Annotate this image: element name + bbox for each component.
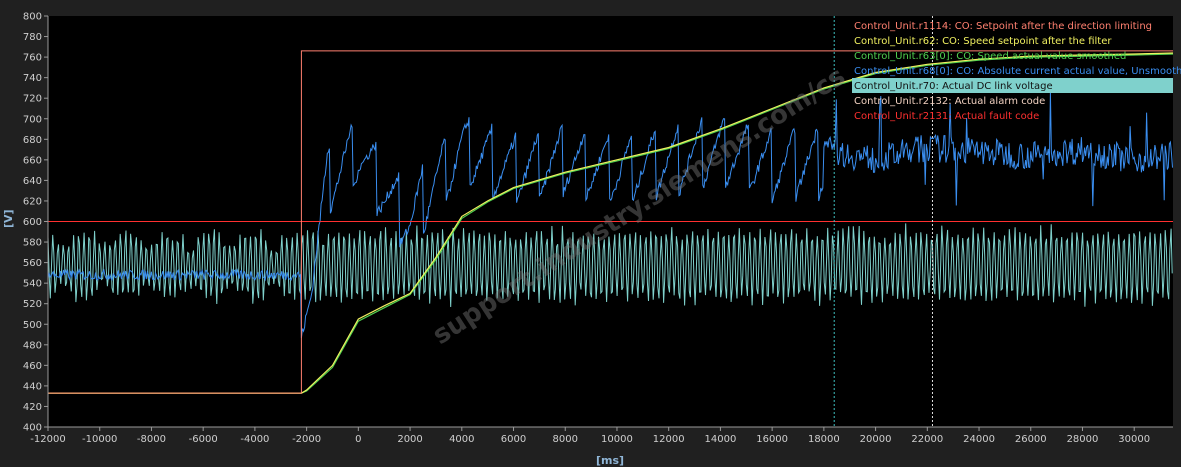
y-tick-label: 400 xyxy=(23,423,42,434)
legend-entry[interactable]: Control_Unit.r1114: CO: Setpoint after t… xyxy=(854,21,1152,32)
y-axis-label: [V] xyxy=(2,209,15,228)
legend-entry[interactable]: Control_Unit.r63[0]: CO: Speed actual va… xyxy=(854,51,1126,62)
legend-entry[interactable]: Control_Unit.r2132: Actual alarm code xyxy=(854,96,1045,107)
x-tick-label: 28000 xyxy=(1067,434,1099,445)
legend-entry[interactable]: Control_Unit.r62: CO: Speed setpoint aft… xyxy=(854,36,1112,47)
x-tick-label: -10000 xyxy=(82,434,117,445)
y-tick-label: 580 xyxy=(23,238,42,249)
x-tick-label: 14000 xyxy=(705,434,737,445)
x-tick-label: 16000 xyxy=(756,434,788,445)
x-tick-label: 2000 xyxy=(397,434,422,445)
x-tick-label: -4000 xyxy=(240,434,269,445)
trace-chart-svg: -12000 -10000 -8000 -6000 -4000 -2000 0 2000 400… xyxy=(2,12,1181,467)
x-tick-label: 20000 xyxy=(860,434,892,445)
x-tick-label: 26000 xyxy=(1015,434,1047,445)
x-tick-label: 30000 xyxy=(1118,434,1150,445)
x-tick-label: 18000 xyxy=(808,434,840,445)
y-tick-label: 440 xyxy=(23,381,42,392)
legend-entry[interactable]: Control_Unit.r2131: Actual fault code xyxy=(854,111,1039,122)
x-tick-label: -2000 xyxy=(292,434,321,445)
y-tick-label: 540 xyxy=(23,279,42,290)
y-tick-label: 460 xyxy=(23,361,42,372)
trace-chart: -12000 -10000 -8000 -6000 -4000 -2000 0 2000 400… xyxy=(0,0,1181,467)
x-tick-label: 8000 xyxy=(553,434,578,445)
x-axis-label: [ms] xyxy=(596,454,624,467)
x-tick-label: 4000 xyxy=(449,434,474,445)
y-tick-label: 520 xyxy=(23,299,42,310)
x-tick-label: 6000 xyxy=(501,434,526,445)
y-tick-label: 780 xyxy=(23,32,42,43)
x-tick-label: 0 xyxy=(355,434,361,445)
y-tick-label: 720 xyxy=(23,94,42,105)
x-tick-label: -8000 xyxy=(137,434,166,445)
x-tick-label: 22000 xyxy=(911,434,943,445)
y-tick-label: 800 xyxy=(23,12,42,23)
legend-entry[interactable]: Control_Unit.r70: Actual DC link voltage xyxy=(854,81,1053,92)
x-tick-label: 12000 xyxy=(653,434,685,445)
y-tick-label: 500 xyxy=(23,320,42,331)
y-tick-label: 740 xyxy=(23,73,42,84)
x-tick-label: 24000 xyxy=(963,434,995,445)
y-tick-label: 560 xyxy=(23,258,42,269)
y-tick-label: 620 xyxy=(23,196,42,207)
y-tick-label: 480 xyxy=(23,340,42,351)
x-tick-label: 10000 xyxy=(601,434,633,445)
x-tick-label: -12000 xyxy=(30,434,65,445)
y-tick-label: 680 xyxy=(23,135,42,146)
y-tick-label: 700 xyxy=(23,114,42,125)
y-tick-label: 660 xyxy=(23,155,42,166)
y-tick-label: 760 xyxy=(23,53,42,64)
x-tick-label: -6000 xyxy=(189,434,218,445)
y-tick-label: 640 xyxy=(23,176,42,187)
legend-entry[interactable]: Control_Unit.r68[0]: CO: Absolute curren… xyxy=(854,66,1181,77)
y-tick-label: 420 xyxy=(23,402,42,413)
y-tick-label: 600 xyxy=(23,217,42,228)
